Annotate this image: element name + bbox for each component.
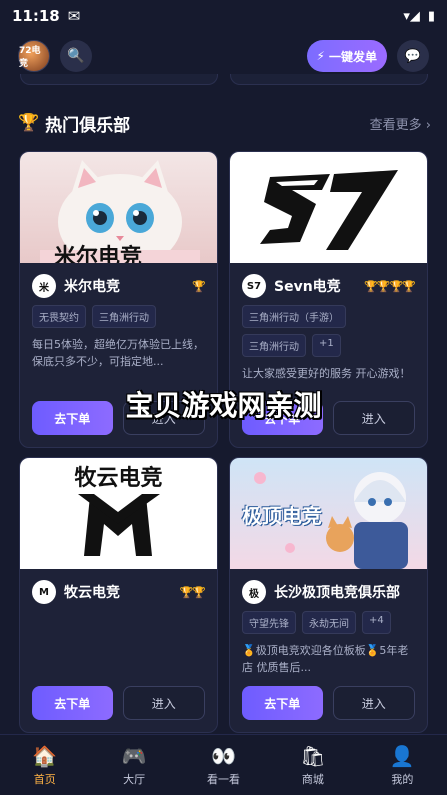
trophy-badges: 🏆🏆 [179,585,206,599]
club-card[interactable]: 57 S7 Sevn电竞 🏆🏆🏆🏆 三角洲行动（手游） 三角洲行动 +1 让大家… [229,151,428,448]
club-tags: 无畏契约 三角洲行动 [32,305,205,328]
club-info: 极 长沙极顶电竞俱乐部 守望先锋 永劫无间 +4 🏅极顶电竞欢迎各位板板🏅5年老… [230,569,427,676]
search-icon: 🔍 [67,48,85,64]
club-name: Sevn电竞 [274,279,341,295]
club-info: M 牧云电竞 🏆🏆 [20,569,217,605]
nav-lobby[interactable]: 🎮 大厅 [89,735,178,795]
enter-button[interactable]: 进入 [332,686,415,720]
club-card[interactable]: 米尔电竞 米 米尔电竞 🏆 无畏契约 三角洲行动 每日5体验，超绝亿万体验已上线… [19,151,218,448]
prev-card-edge [20,74,218,85]
club-banner-image: 米尔电竞 [20,152,217,263]
club-name: 长沙极顶电竞俱乐部 [274,585,400,601]
game-tag: 无畏契约 [32,305,86,328]
club-name-row: S7 Sevn电竞 🏆🏆🏆🏆 [242,273,416,299]
more-tags-badge: +4 [362,611,391,634]
order-button[interactable]: 去下单 [32,401,113,435]
app-screen: 11:18 ✉ ▾◢ ▮ 72电竞 🔍 ⚡ 一键发单 💬 🏆 热门俱乐部 查看更… [0,0,447,795]
enter-button[interactable]: 进入 [332,401,415,435]
nav-profile[interactable]: 👤 我的 [358,735,447,795]
chat-bubble-icon: 💬 [404,48,422,64]
user-icon: 👤 [389,743,415,768]
club-banner-image: 极顶电竞 [230,458,427,569]
nav-label: 商城 [301,772,324,786]
club-banner-image: 57 [230,152,427,263]
home-icon: 🏠 [32,743,58,768]
order-button[interactable]: 去下单 [32,686,113,720]
bottom-nav: 🏠 首页 🎮 大厅 👀 看一看 🛍 商城 👤 我的 [0,734,447,795]
card-actions: 去下单 进入 [242,686,415,720]
status-right: ▾◢ ▮ [403,9,435,24]
game-tag: 三角洲行动（手游） [242,305,346,328]
top-header: 72电竞 🔍 ⚡ 一键发单 💬 [0,38,447,74]
trophy-badges: 🏆 [192,279,206,293]
s7-logo-graphic [260,170,398,250]
more-tags-badge: +1 [312,334,341,357]
club-tags: 守望先锋 永劫无间 +4 [242,611,415,634]
nav-label: 大厅 [123,772,146,786]
card-actions: 去下单 进入 [32,401,205,435]
club-card[interactable]: 极顶电竞 极 长沙极顶电竞俱乐部 守望先锋 永劫无间 +4 🏅极顶电竞欢迎各位板… [229,457,428,733]
club-name-row: 极 长沙极顶电竞俱乐部 [242,579,415,605]
trophy-icon: 🏆 [18,113,40,133]
nav-label: 看一看 [207,772,241,786]
muyun-logo-graphic [78,494,160,556]
club-name-row: M 牧云电竞 🏆🏆 [32,579,206,605]
prev-card-edge [230,74,428,85]
game-tag: 三角洲行动 [92,305,156,328]
nav-label: 我的 [391,772,414,786]
battery-icon: ▮ [427,8,435,24]
club-info: S7 Sevn电竞 🏆🏆🏆🏆 三角洲行动（手游） 三角洲行动 +1 让大家感受更… [230,263,427,382]
signal-icon: ▾◢ [403,8,420,24]
club-banner-image: 牧云电竞 [20,458,217,569]
view-more-link[interactable]: 查看更多 › [370,114,431,133]
game-tag: 永劫无间 [302,611,356,634]
game-tag: 三角洲行动 [242,334,306,357]
club-name: 米尔电竞 [64,279,120,295]
nav-label: 首页 [33,772,56,786]
nav-home[interactable]: 🏠 首页 [0,735,89,795]
club-logo: S7 [242,274,266,298]
banner-text: 极顶电竞 [242,504,322,528]
avatar[interactable]: 72电竞 [18,40,50,72]
message-button[interactable]: 💬 [397,40,429,72]
enter-button[interactable]: 进入 [122,401,205,435]
club-tags: 三角洲行动（手游） 三角洲行动 +1 [242,305,415,357]
enter-button[interactable]: 进入 [122,686,205,720]
quick-order-label: 一键发单 [328,49,377,64]
club-name: 牧云电竞 [64,585,120,601]
card-actions: 去下单 进入 [32,686,205,720]
game-tag: 守望先锋 [242,611,296,634]
banner-text: 米尔电竞 [54,245,143,263]
card-actions: 去下单 进入 [242,401,415,435]
eyes-icon: 👀 [211,743,236,768]
club-name-row: 米 米尔电竞 🏆 [32,273,206,299]
nav-shop[interactable]: 🛍 商城 [268,735,357,795]
club-description: 每日5体验，超绝亿万体验已上线，保底只多不少，可指定地... [32,338,204,368]
section-title: 热门俱乐部 [45,115,131,136]
search-button[interactable]: 🔍 [60,40,92,72]
club-card[interactable]: 牧云电竞 M 牧云电竞 🏆🏆 去下单 进入 [19,457,218,733]
status-bar: 11:18 ✉ ▾◢ ▮ [0,0,447,32]
club-description: 🏅极顶电竞欢迎各位板板🏅5年老店 优质售后... [242,644,409,674]
club-info: 米 米尔电竞 🏆 无畏契约 三角洲行动 每日5体验，超绝亿万体验已上线，保底只多… [20,263,217,370]
shopping-bag-icon: 🛍 [300,743,326,768]
nav-browse[interactable]: 👀 看一看 [179,735,268,795]
gamepad-icon: 🎮 [121,743,147,768]
club-logo: M [32,580,56,604]
order-button[interactable]: 去下单 [242,686,323,720]
lightning-icon: ⚡ [316,49,325,63]
club-logo: 极 [242,580,266,604]
order-button[interactable]: 去下单 [242,401,323,435]
trophy-badges: 🏆🏆🏆🏆 [364,279,416,293]
previous-cards-strip [0,74,447,86]
club-logo: 米 [32,274,56,298]
status-time: 11:18 [12,7,60,25]
club-description: 让大家感受更好的服务 开心游戏！ [242,367,411,380]
quick-order-button[interactable]: ⚡ 一键发单 [306,40,387,72]
mail-icon: ✉ [67,7,81,25]
hot-clubs-header: 🏆 热门俱乐部 查看更多 › [18,110,431,136]
